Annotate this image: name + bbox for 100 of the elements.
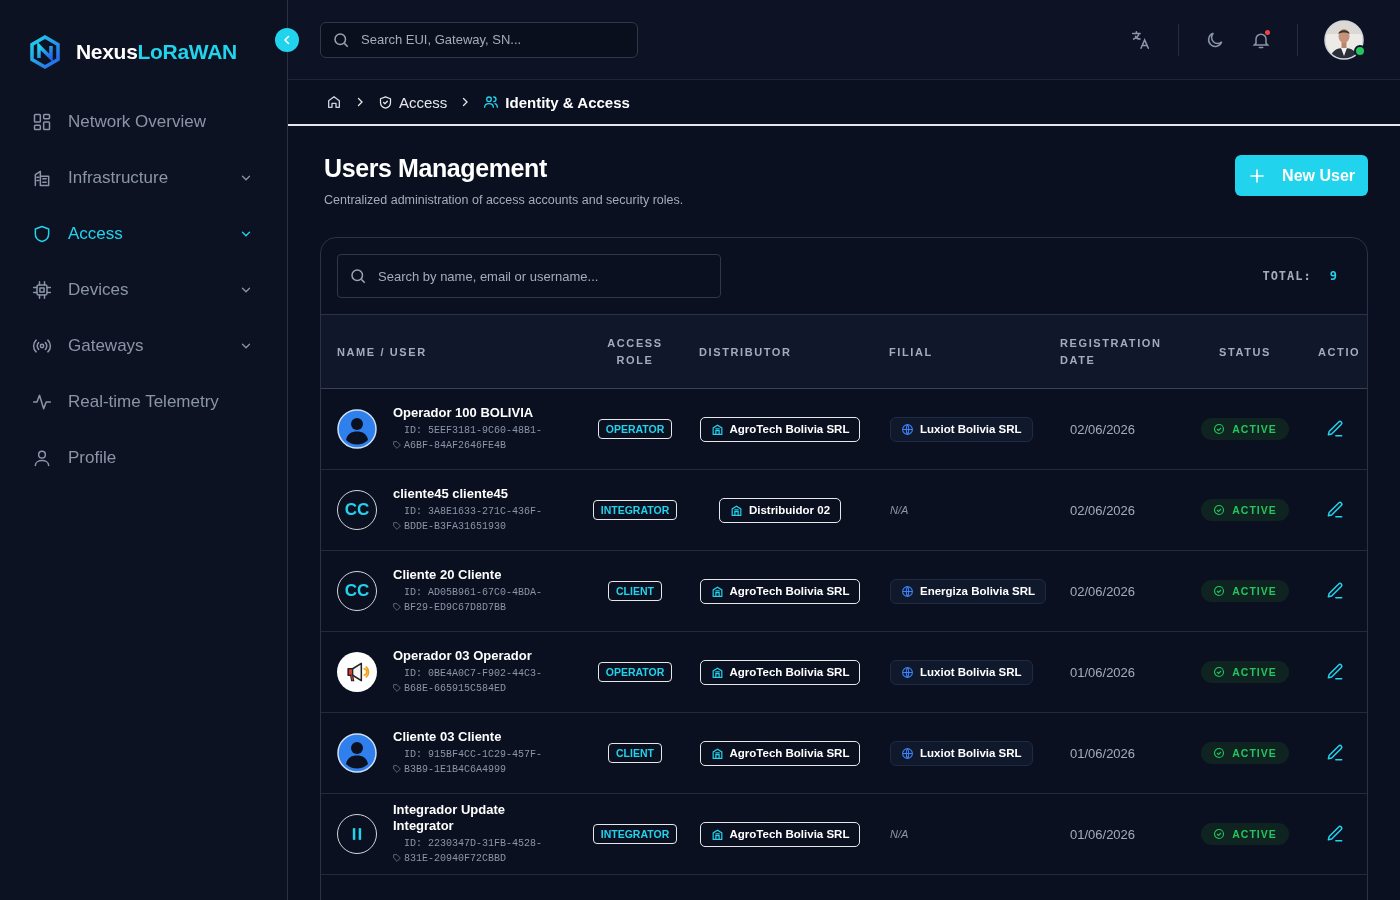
edit-icon[interactable] xyxy=(1325,419,1345,439)
user-id: ID: 5EEF3181-9C60-48B1-A6BF-84AF2646FE4B xyxy=(404,424,544,453)
check-circle-icon xyxy=(1213,828,1226,840)
user-name: Operador 03 Operador xyxy=(393,648,533,664)
registration-date: 01/06/2026 xyxy=(1069,745,1136,761)
tag-icon xyxy=(393,522,401,530)
registration-date: 02/06/2026 xyxy=(1069,583,1136,599)
filial-chip: Energiza Bolivia SRL xyxy=(890,578,1047,604)
filial-chip: Luxiot Bolivia SRL xyxy=(890,659,1033,685)
edit-icon[interactable] xyxy=(1325,824,1345,844)
edit-icon[interactable] xyxy=(1325,662,1345,682)
column-header: ACCESS ROLE xyxy=(606,335,664,368)
page-subtitle: Centralized administration of access accounts and security roles. xyxy=(324,193,684,207)
plus-icon xyxy=(1248,166,1267,185)
search-field[interactable]: Search EUI, Gateway, SN... xyxy=(320,21,638,58)
globe-icon xyxy=(901,746,914,760)
pause-icon xyxy=(352,828,362,840)
registration-date: 02/06/2026 xyxy=(1069,502,1136,518)
column-header: STATUS xyxy=(1219,345,1271,360)
registration-date: 01/06/2026 xyxy=(1069,826,1136,842)
filial-empty: N/A xyxy=(889,828,909,840)
sidebar-item[interactable]: Real-time Telemetry xyxy=(32,374,255,430)
user-id: ID: 2230347D-31FB-4528-831E-20940F72CBBD xyxy=(404,837,544,866)
role-badge: OPERATOR xyxy=(597,419,673,439)
building-icon xyxy=(32,168,52,188)
tag-icon xyxy=(393,684,401,692)
home-icon[interactable] xyxy=(326,94,342,110)
distributor-chip: Distribuidor 02 xyxy=(718,497,842,523)
total-label: TOTAL: xyxy=(1262,269,1312,283)
distributor-chip: AgroTech Bolivia SRL xyxy=(699,659,861,685)
role-badge: OPERATOR xyxy=(597,662,673,682)
shield-icon xyxy=(32,224,52,244)
user-name: Operador 100 BOLIVIA xyxy=(393,405,535,421)
building-icon xyxy=(710,746,724,760)
avatar xyxy=(337,733,377,773)
sidebar-item[interactable]: Profile xyxy=(32,430,255,486)
building-icon xyxy=(710,665,724,679)
check-circle-icon xyxy=(1213,666,1226,678)
shield-check-icon xyxy=(378,94,393,110)
total-count: 9 xyxy=(1329,269,1337,283)
user-name: Cliente 20 Cliente xyxy=(393,567,503,583)
column-header: REGISTRATION DATE xyxy=(1060,335,1163,368)
edit-icon[interactable] xyxy=(1325,743,1345,763)
user-icon xyxy=(32,448,52,468)
building-icon xyxy=(710,584,724,598)
role-badge: INTEGRATOR xyxy=(592,500,678,520)
check-circle-icon xyxy=(1213,504,1226,516)
check-circle-icon xyxy=(1213,423,1226,435)
search-field[interactable]: Search by name, email or username... xyxy=(337,254,721,298)
user-id: ID: 915BF4CC-1C29-457F-B3B9-1E1B4C6A4999 xyxy=(404,748,544,777)
distributor-chip: AgroTech Bolivia SRL xyxy=(699,740,861,766)
page-title: Users Management xyxy=(324,154,548,183)
brand-name: NexusLoRaWAN xyxy=(76,39,237,64)
status-badge: ACTIVE xyxy=(1201,661,1289,683)
building-icon xyxy=(729,503,743,517)
sidebar-item[interactable]: Access xyxy=(32,206,255,262)
breadcrumb-link[interactable]: Access xyxy=(378,93,448,111)
registration-date: 01/06/2026 xyxy=(1069,664,1136,680)
breadcrumb-current: Identity & Access xyxy=(483,93,630,111)
building-icon xyxy=(710,422,724,436)
chip-icon xyxy=(32,280,52,300)
tag-icon xyxy=(393,441,401,449)
sidebar-item[interactable]: Gateways xyxy=(32,318,255,374)
collapse-button[interactable] xyxy=(275,28,299,52)
check-circle-icon xyxy=(1213,585,1226,597)
status-badge: ACTIVE xyxy=(1201,499,1289,521)
column-header: DISTRIBUTOR xyxy=(699,345,792,360)
status-badge: ACTIVE xyxy=(1201,742,1289,764)
broadcast-icon xyxy=(32,336,52,356)
tag-icon xyxy=(393,854,401,862)
edit-icon[interactable] xyxy=(1325,500,1345,520)
registration-date: 02/06/2026 xyxy=(1069,421,1136,437)
globe-icon xyxy=(901,422,914,436)
check-circle-icon xyxy=(1213,747,1226,759)
globe-icon xyxy=(901,665,914,679)
column-header: FILIAL xyxy=(889,345,933,360)
translate-icon[interactable] xyxy=(1130,28,1152,51)
users-icon xyxy=(483,94,500,110)
distributor-chip: AgroTech Bolivia SRL xyxy=(699,416,861,442)
sidebar-item[interactable]: Infrastructure xyxy=(32,150,255,206)
grid-icon xyxy=(32,112,52,132)
sidebar-item[interactable]: Devices xyxy=(32,262,255,318)
sidebar-item[interactable]: Network Overview xyxy=(32,94,255,150)
filial-chip: Luxiot Bolivia SRL xyxy=(890,740,1033,766)
search-icon xyxy=(349,267,367,285)
role-badge: CLIENT xyxy=(608,581,662,601)
globe-icon xyxy=(901,584,914,598)
edit-icon[interactable] xyxy=(1325,581,1345,601)
avatar xyxy=(337,409,377,449)
role-badge: CLIENT xyxy=(608,743,662,763)
user-name: Integrador Update Integrator xyxy=(393,802,506,834)
distributor-chip: AgroTech Bolivia SRL xyxy=(699,578,861,604)
user-id: ID: AD05B961-67C0-4BDA-BF29-ED9C67D8D7BB xyxy=(404,586,544,615)
pulse-icon xyxy=(32,392,52,412)
user-id: ID: 0BE4A0C7-F902-44C3-B68E-665915C584ED xyxy=(404,667,544,696)
status-badge: ACTIVE xyxy=(1201,580,1289,602)
filial-chip: Luxiot Bolivia SRL xyxy=(890,416,1033,442)
column-header: ACTIO xyxy=(1318,345,1361,360)
logo-icon xyxy=(28,34,62,69)
status-badge: ACTIVE xyxy=(1201,418,1289,440)
